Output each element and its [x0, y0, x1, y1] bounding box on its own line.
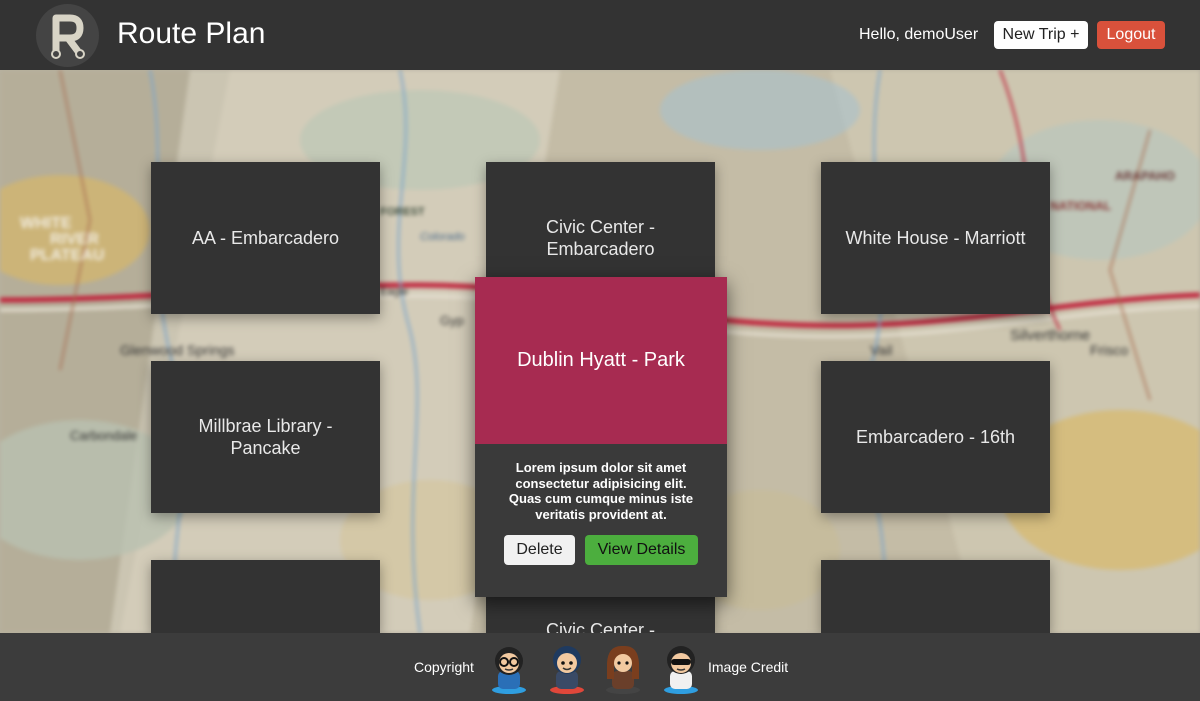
logo-r-icon — [50, 14, 85, 59]
svg-text:RIVER: RIVER — [50, 231, 99, 248]
trip-card-title: Civic Center - — [545, 620, 656, 633]
new-trip-button[interactable]: New Trip + — [994, 21, 1088, 49]
octocat-avatar-icon[interactable] — [656, 641, 706, 695]
top-nav: Route Plan Hello, demoUser New Trip + Lo… — [0, 0, 1200, 70]
copyright-link[interactable]: Copyright — [414, 659, 474, 675]
svg-text:Gyp: Gyp — [440, 313, 464, 328]
trip-card[interactable]: White House - Marriott — [821, 162, 1050, 314]
svg-text:NATIONAL: NATIONAL — [1050, 199, 1111, 213]
trip-card[interactable]: Embarcadero - 16th — [821, 361, 1050, 513]
svg-text:Silverthorne: Silverthorne — [1010, 327, 1090, 344]
expanded-trip-actions: Delete View Details — [504, 535, 698, 565]
svg-text:Glenwood Springs: Glenwood Springs — [120, 342, 234, 358]
trip-card-title: Millbrae Library - Pancake — [198, 416, 333, 458]
user-greeting: Hello, demoUser — [859, 26, 979, 43]
octocat-avatar-icon[interactable] — [598, 641, 648, 695]
trip-card[interactable] — [821, 560, 1050, 633]
app-title: Route Plan — [117, 17, 266, 50]
image-credit-link[interactable]: Image Credit — [708, 659, 788, 675]
svg-text:FOREST: FOREST — [380, 206, 425, 218]
svg-text:Frisco: Frisco — [1090, 342, 1128, 358]
trip-card-title: AA - Embarcadero — [191, 228, 340, 248]
expanded-trip-title: Dublin Hyatt - Park — [517, 349, 685, 371]
logout-button[interactable]: Logout — [1097, 21, 1165, 49]
trip-card-title: Embarcadero - 16th — [855, 427, 1016, 447]
trip-card[interactable] — [151, 560, 380, 633]
footer: Copyright Image Credit — [0, 633, 1200, 701]
route-plan-logo[interactable] — [36, 4, 99, 67]
trip-card[interactable]: AA - Embarcadero — [151, 162, 380, 314]
svg-text:Colorado: Colorado — [420, 231, 465, 243]
expanded-trip-header[interactable]: Dublin Hyatt - Park — [475, 277, 727, 444]
octocat-avatar-icon[interactable] — [484, 641, 534, 695]
delete-trip-button[interactable]: Delete — [504, 535, 575, 565]
octocat-avatar-icon[interactable] — [542, 641, 592, 695]
svg-text:Eagle: Eagle — [380, 286, 408, 298]
svg-text:PLATEAU: PLATEAU — [30, 247, 104, 264]
view-details-button[interactable]: View Details — [585, 535, 698, 565]
expanded-trip-description: Lorem ipsum dolor sit amet consectetur a… — [508, 460, 694, 522]
svg-text:WHITE: WHITE — [20, 215, 72, 232]
trip-card[interactable]: Millbrae Library - Pancake — [151, 361, 380, 513]
expanded-trip-card[interactable]: Dublin Hyatt - Park Lorem ipsum dolor si… — [475, 277, 727, 597]
svg-text:Carbondale: Carbondale — [70, 428, 137, 443]
svg-text:ARAPAHO: ARAPAHO — [1115, 169, 1175, 183]
trip-card[interactable]: Civic Center - — [486, 597, 715, 633]
trip-card-title: White House - Marriott — [845, 228, 1026, 248]
svg-text:Vail: Vail — [870, 342, 892, 358]
trip-card-title: Civic Center - Embarcadero — [545, 217, 656, 259]
